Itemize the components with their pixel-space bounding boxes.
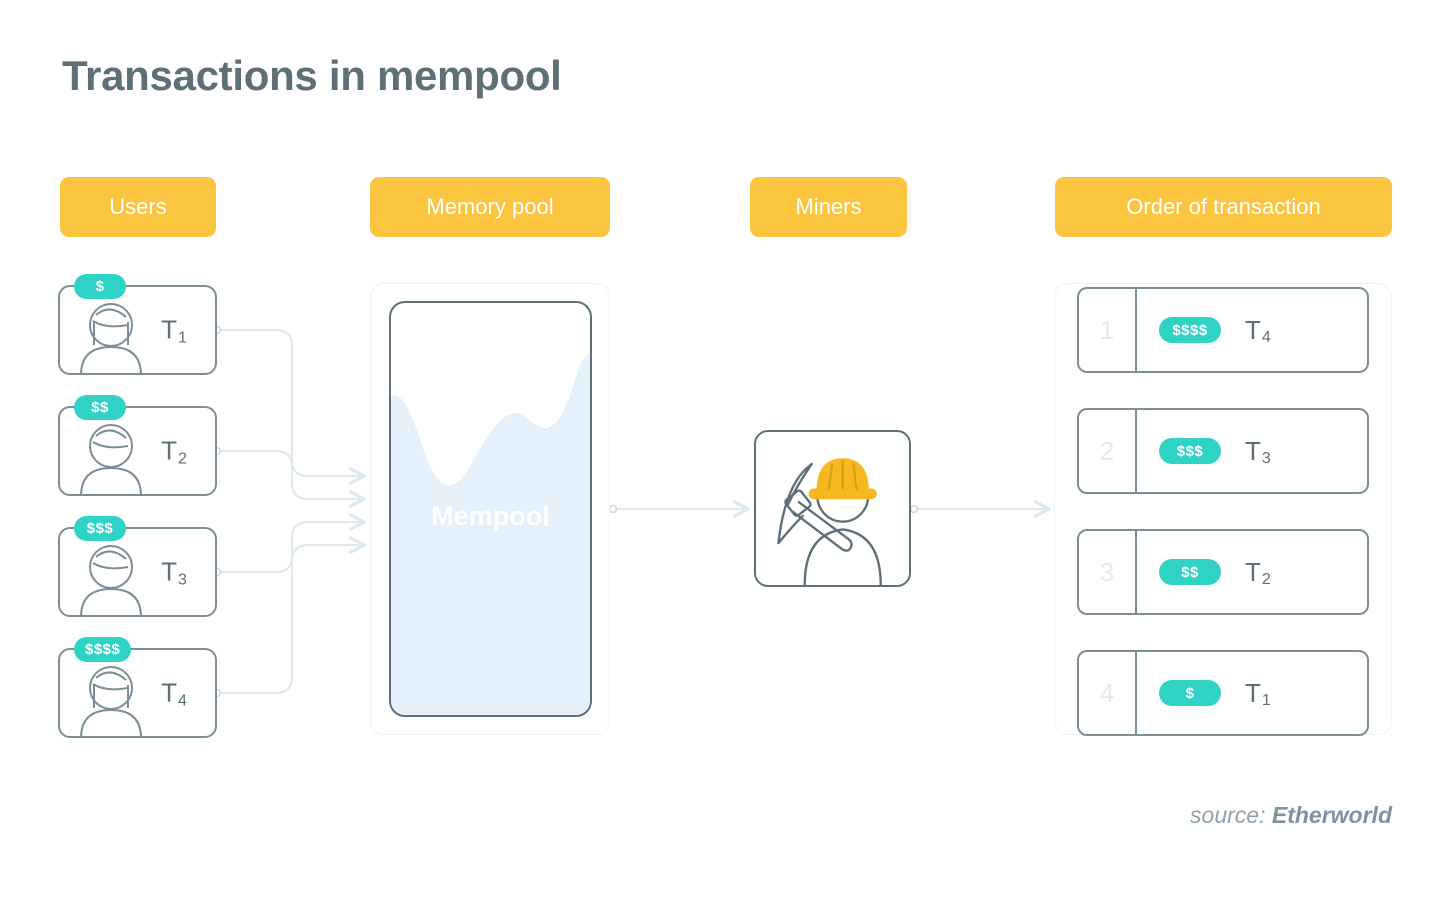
transaction-label: T4 — [1245, 314, 1271, 347]
order-row[interactable]: 4 $ T1 — [1077, 650, 1369, 736]
transaction-label: T3 — [161, 556, 187, 589]
user-card[interactable]: $$$$ T4 — [58, 637, 217, 738]
user-card[interactable]: $$$ T3 — [58, 516, 217, 617]
user-card[interactable]: $ T1 — [58, 274, 217, 375]
order-row[interactable]: 3 $$ T2 — [1077, 529, 1369, 615]
fee-badge: $ — [1159, 680, 1221, 706]
tx-letter: T — [161, 314, 178, 345]
column-header-miners: Miners — [750, 177, 907, 237]
avatar-long-hair-icon — [72, 658, 150, 738]
tx-index: 1 — [178, 328, 187, 347]
source-prefix: source: — [1190, 802, 1272, 828]
order-body: $$ T2 — [1137, 557, 1367, 588]
fee-badge: $$ — [1159, 559, 1221, 585]
transaction-label: T2 — [1245, 556, 1271, 589]
miner-card[interactable] — [754, 430, 911, 587]
transaction-label: T1 — [161, 314, 187, 347]
tx-index: 4 — [1261, 328, 1271, 347]
mempool-vessel[interactable]: Mempool — [389, 301, 592, 717]
order-rank: 1 — [1079, 289, 1137, 371]
order-rank: 2 — [1079, 410, 1137, 492]
transaction-label: T3 — [1245, 435, 1271, 468]
column-header-users: Users — [60, 177, 216, 237]
avatar-short-hair-icon — [72, 537, 150, 617]
order-row[interactable]: 2 $$$ T3 — [1077, 408, 1369, 494]
avatar-long-hair-icon — [72, 295, 150, 375]
tx-letter: T — [161, 677, 178, 708]
order-row[interactable]: 1 $$$$ T4 — [1077, 287, 1369, 373]
tx-index: 2 — [178, 449, 187, 468]
source-name: Etherworld — [1271, 802, 1392, 828]
transaction-label: T1 — [1245, 677, 1271, 710]
tx-letter: T — [1245, 556, 1261, 587]
tx-letter: T — [161, 435, 178, 466]
transaction-label: T2 — [161, 435, 187, 468]
order-body: $$$$ T4 — [1137, 315, 1367, 346]
tx-letter: T — [161, 556, 178, 587]
tx-index: 2 — [1261, 570, 1271, 589]
order-body: $$$ T3 — [1137, 436, 1367, 467]
tx-letter: T — [1245, 435, 1261, 466]
transaction-label: T4 — [161, 677, 187, 710]
order-rank: 4 — [1079, 652, 1137, 734]
user-card[interactable]: $$ T2 — [58, 395, 217, 496]
source-attribution: source: Etherworld — [1190, 802, 1392, 829]
avatar-short-hair-icon — [72, 416, 150, 496]
order-body: $ T1 — [1137, 678, 1367, 709]
order-rank: 3 — [1079, 531, 1137, 613]
column-header-memory-pool: Memory pool — [370, 177, 610, 237]
fee-badge: $$$ — [1159, 438, 1221, 464]
tx-index: 1 — [1261, 691, 1271, 710]
tx-letter: T — [1245, 314, 1261, 345]
column-header-order-of-transaction: Order of transaction — [1055, 177, 1392, 237]
tx-index: 3 — [1261, 449, 1271, 468]
fee-badge: $$$$ — [1159, 317, 1221, 343]
tx-index: 3 — [178, 570, 187, 589]
mempool-liquid-fill — [391, 352, 590, 715]
page-title: Transactions in mempool — [62, 52, 562, 99]
miner-with-pickaxe-icon — [777, 458, 882, 585]
tx-index: 4 — [178, 691, 187, 710]
tx-letter: T — [1245, 677, 1261, 708]
